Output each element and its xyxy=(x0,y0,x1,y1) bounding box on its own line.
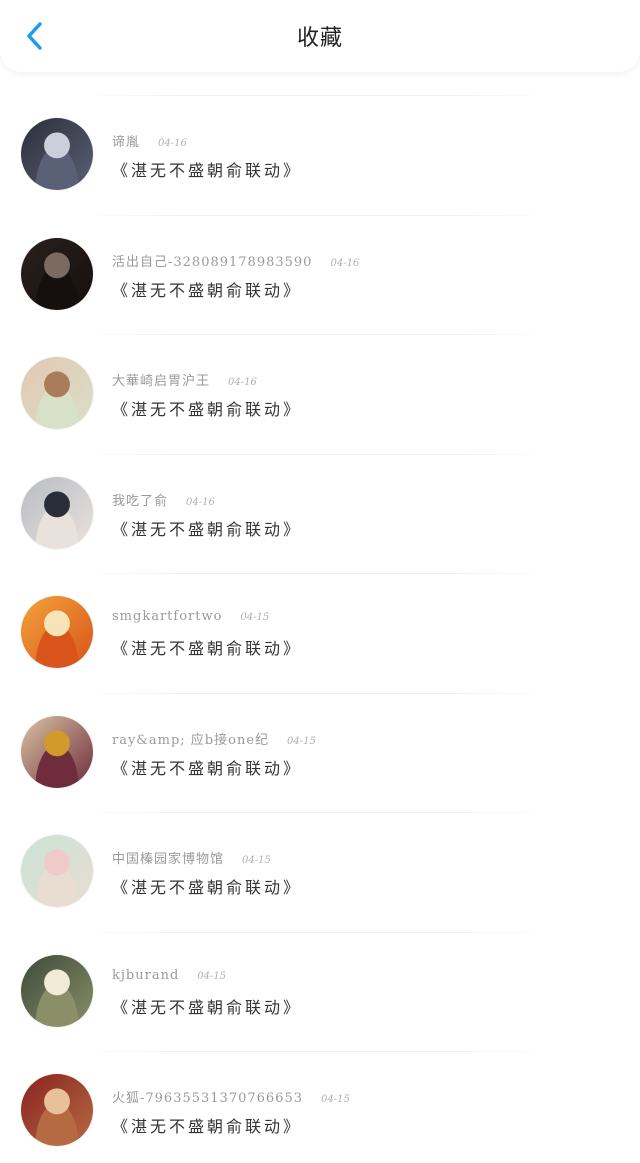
timestamp: 04-15 xyxy=(321,1094,350,1105)
avatar[interactable] xyxy=(21,596,93,668)
username[interactable]: smgkartfortwo xyxy=(112,609,222,624)
row-divider xyxy=(80,931,550,933)
timestamp: 04-16 xyxy=(186,496,215,508)
username[interactable]: 我吃了俞 xyxy=(112,490,168,509)
avatar[interactable] xyxy=(21,1074,93,1146)
list-item[interactable]: kjburand 04-15 《湛无不盛朝俞联动》 xyxy=(0,931,640,1052)
row-divider xyxy=(80,453,550,455)
item-meta: ray&amp; 应b接one纪 04-15 xyxy=(112,729,316,748)
favorite-title[interactable]: 《湛无不盛朝俞联动》 xyxy=(112,516,302,540)
favorite-title[interactable]: 《湛无不盛朝俞联动》 xyxy=(112,755,302,779)
row-divider xyxy=(80,95,550,96)
item-meta: 活出自己-328089178983590 04-16 xyxy=(112,251,359,270)
timestamp: 04-15 xyxy=(242,855,271,866)
favorite-title[interactable]: 《湛无不盛朝俞联动》 xyxy=(112,994,302,1018)
favorite-title[interactable]: 《湛无不盛朝俞联动》 xyxy=(112,277,302,301)
timestamp: 04-15 xyxy=(240,612,270,623)
list-item[interactable]: ray&amp; 应b接one纪 04-15 《湛无不盛朝俞联动》 xyxy=(0,692,640,813)
username[interactable]: ray&amp; 应b接one纪 xyxy=(112,729,269,748)
item-meta: kjburand 04-15 xyxy=(112,968,226,983)
list-item[interactable]: 活出自己-328089178983590 04-16 《湛无不盛朝俞联动》 xyxy=(0,214,640,335)
list-item[interactable]: 大華崎启胃沪王 04-16 《湛无不盛朝俞联动》 xyxy=(0,334,640,454)
item-meta: smgkartfortwo 04-15 xyxy=(112,609,269,624)
favorite-title[interactable]: 《湛无不盛朝俞联动》 xyxy=(112,874,302,898)
avatar[interactable] xyxy=(21,954,93,1027)
timestamp: 04-15 xyxy=(287,735,316,747)
favorite-title[interactable]: 《湛无不盛朝俞联动》 xyxy=(112,635,302,659)
favorite-title[interactable]: 《湛无不盛朝俞联动》 xyxy=(112,157,302,181)
username[interactable]: 活出自己-328089178983590 xyxy=(112,251,312,270)
list-item[interactable]: 中国榛园家博物馆 04-15 《湛无不盛朝俞联动》 xyxy=(0,812,640,932)
timestamp: 04-15 xyxy=(197,970,227,982)
timestamp: 04-16 xyxy=(158,138,187,149)
row-divider xyxy=(80,812,550,813)
list-item[interactable]: smgkartfortwo 04-15 《湛无不盛朝俞联动》 xyxy=(0,573,640,693)
list-item[interactable]: 谛胤 04-16 《湛无不盛朝俞联动》 xyxy=(0,95,640,215)
favorite-title[interactable]: 《湛无不盛朝俞联动》 xyxy=(112,1113,302,1137)
header-bar: 收藏 xyxy=(0,0,640,72)
avatar[interactable] xyxy=(21,118,93,190)
row-divider xyxy=(80,1051,550,1052)
avatar[interactable] xyxy=(21,715,93,788)
avatar[interactable] xyxy=(21,237,93,310)
list-item[interactable]: 火狐-79635531370766653 04-15 《湛无不盛朝俞联动》 xyxy=(0,1051,640,1163)
avatar[interactable] xyxy=(21,476,93,549)
page-title: 收藏 xyxy=(296,26,343,51)
row-divider xyxy=(80,214,550,216)
row-divider xyxy=(80,692,550,694)
avatar[interactable] xyxy=(21,835,93,907)
item-meta: 谛胤 04-16 xyxy=(112,131,187,150)
avatar[interactable] xyxy=(21,357,93,429)
username[interactable]: 中国榛园家博物馆 xyxy=(112,848,224,867)
list-item[interactable]: 我吃了俞 04-16 《湛无不盛朝俞联动》 xyxy=(0,453,640,574)
favorites-list: 谛胤 04-16 《湛无不盛朝俞联动》 活出自己-328089178983590 04-… xyxy=(0,95,640,1163)
item-meta: 火狐-79635531370766653 04-15 xyxy=(112,1087,350,1106)
favorites-screen: 收藏 谛胤 04-16 《湛无不盛朝俞联动》 活出自己-328089178983590… xyxy=(0,0,640,1163)
username[interactable]: 谛胤 xyxy=(112,131,140,150)
row-divider xyxy=(80,334,550,335)
item-meta: 大華崎启胃沪王 04-16 xyxy=(112,370,257,389)
timestamp: 04-16 xyxy=(330,257,360,269)
row-divider xyxy=(80,573,550,574)
item-meta: 中国榛园家博物馆 04-15 xyxy=(112,848,271,867)
username[interactable]: kjburand xyxy=(112,968,179,983)
item-meta: 我吃了俞 04-16 xyxy=(112,490,215,509)
username[interactable]: 大華崎启胃沪王 xyxy=(112,370,210,389)
timestamp: 04-16 xyxy=(228,377,257,388)
favorite-title[interactable]: 《湛无不盛朝俞联动》 xyxy=(112,396,302,420)
username[interactable]: 火狐-79635531370766653 xyxy=(112,1087,303,1106)
